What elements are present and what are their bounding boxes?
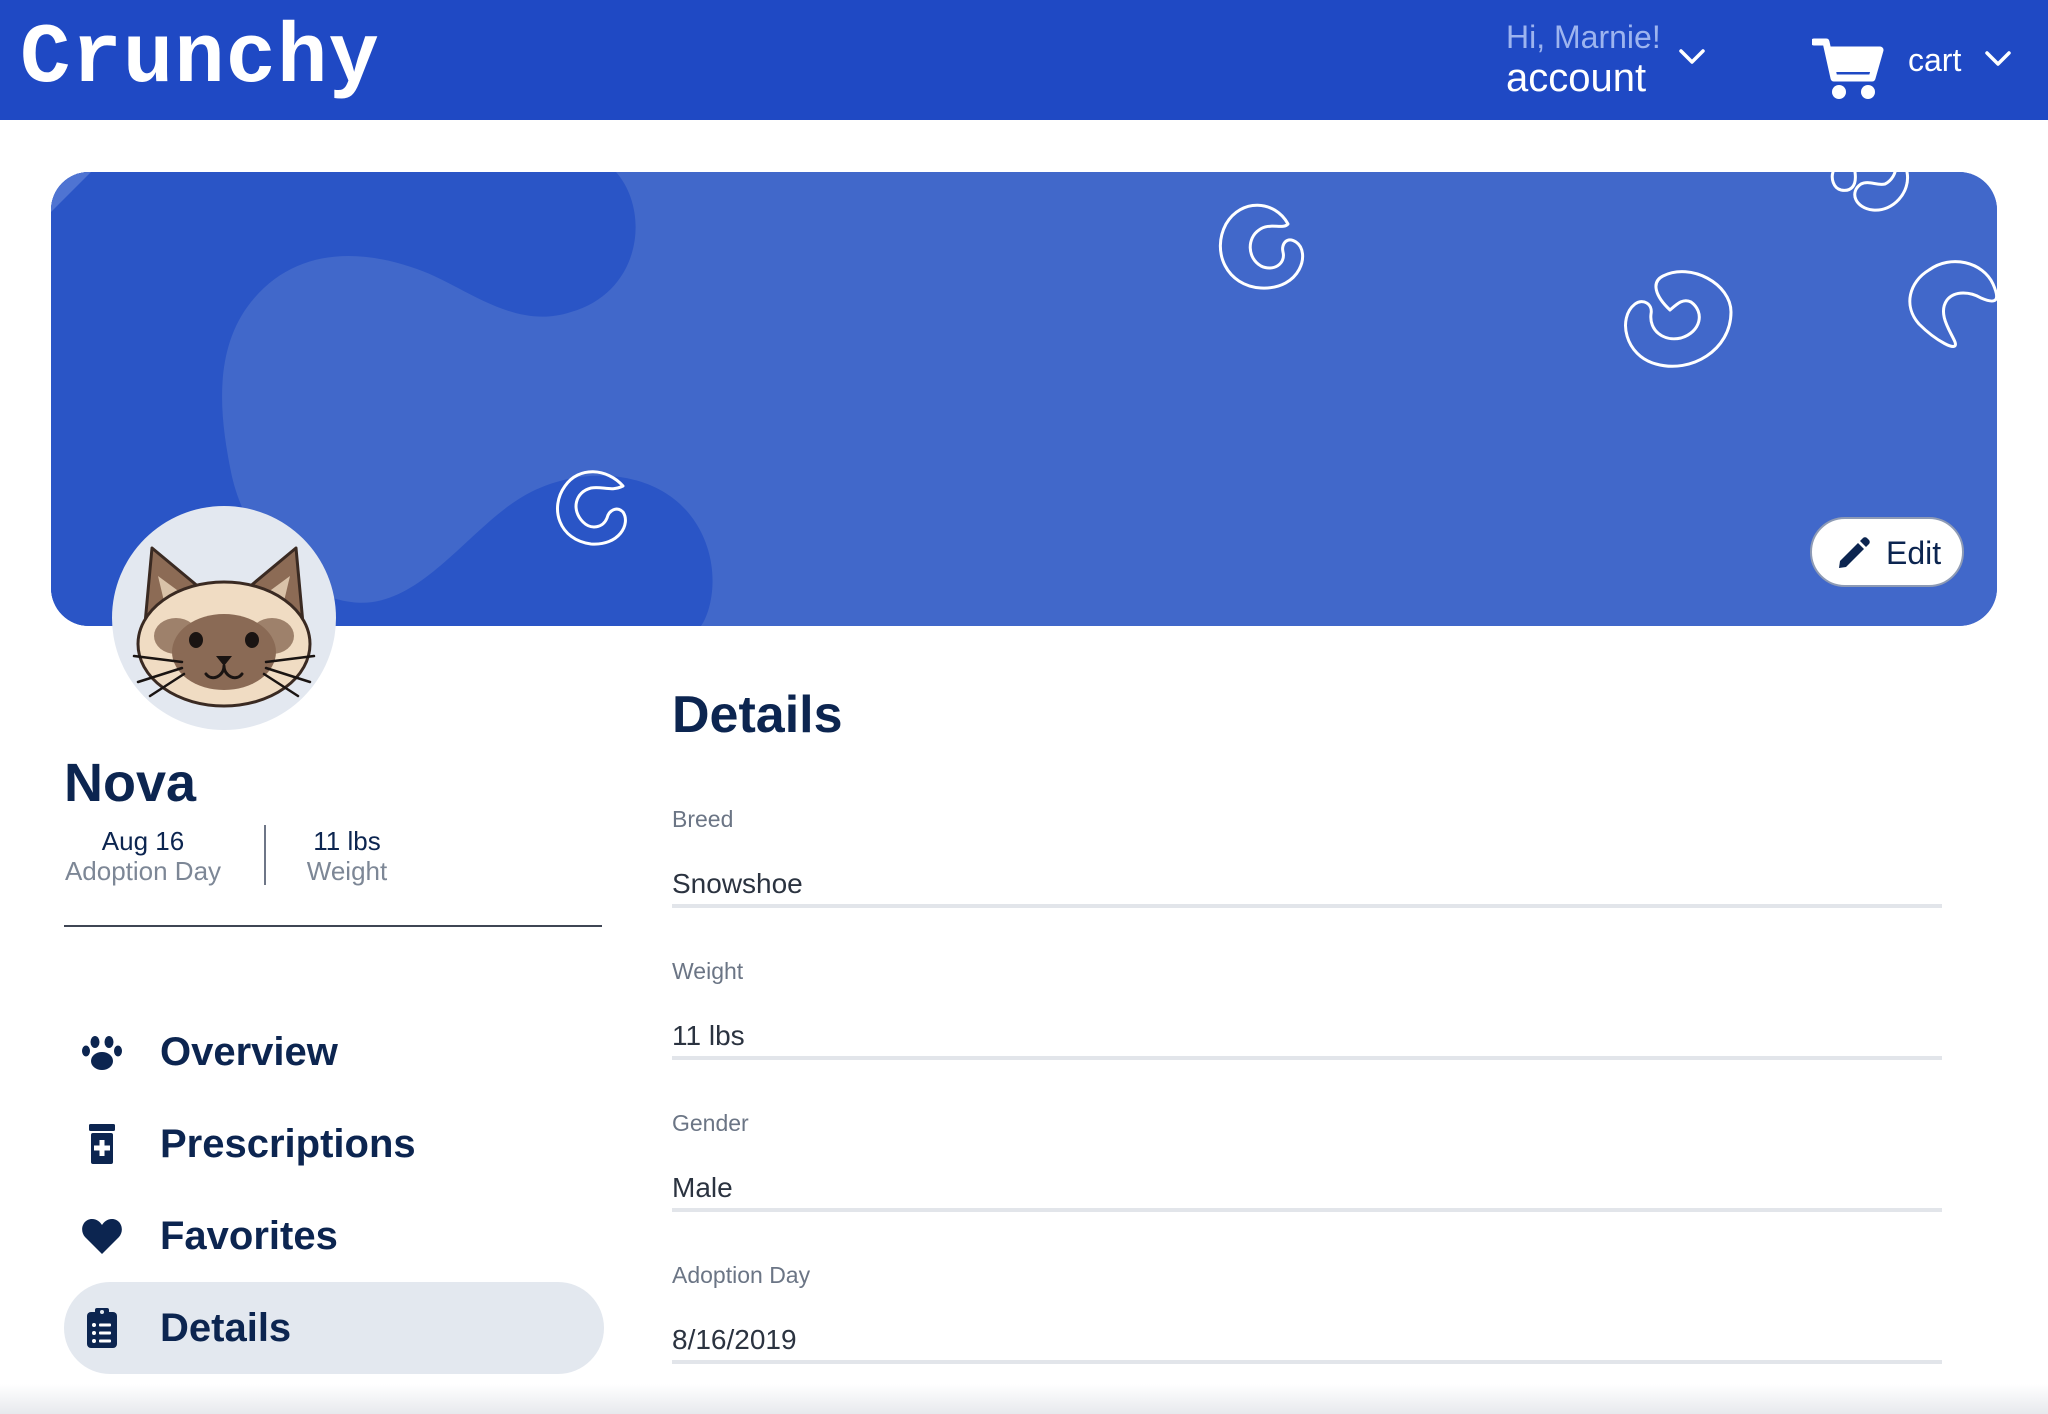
shopping-cart-icon[interactable] — [1812, 36, 1884, 102]
chevron-down-icon — [1679, 49, 1705, 64]
crunchy-logo[interactable]: Crunchy — [20, 10, 380, 110]
nav-item-overview[interactable]: Overview — [64, 1006, 604, 1098]
pet-sidebar-nav: Overview Prescriptions Favorites Details — [64, 1006, 604, 1374]
field-label: Adoption Day — [672, 1262, 811, 1288]
weight-value: 11 lbs — [313, 826, 381, 856]
nav-item-favorites[interactable]: Favorites — [64, 1190, 604, 1282]
pencil-icon — [1839, 537, 1870, 568]
chevron-down-icon[interactable] — [1984, 50, 2012, 68]
paw-icon — [82, 1036, 122, 1070]
breed-input[interactable]: Snowshoe — [672, 868, 1942, 908]
field-label: Breed — [672, 806, 734, 832]
edit-label: Edit — [1886, 535, 1942, 571]
adoption-day-label: Adoption Day — [64, 856, 222, 886]
stat-divider — [264, 825, 266, 885]
prescription-bottle-icon — [89, 1124, 115, 1164]
clipboard-list-icon — [87, 1308, 117, 1348]
account-label: account — [1506, 56, 1647, 100]
edit-profile-button[interactable]: Edit — [1810, 517, 1964, 587]
pet-avatar[interactable] — [112, 506, 336, 730]
adoption-day-stat: Aug 16 Adoption Day — [64, 826, 222, 886]
nav-item-prescriptions[interactable]: Prescriptions — [64, 1098, 604, 1190]
nav-item-label: Overview — [160, 1030, 338, 1074]
cat-face-icon — [132, 546, 316, 708]
weight-input[interactable]: 11 lbs — [672, 1020, 1942, 1060]
weight-label: Weight — [306, 856, 388, 886]
weight-field: Weight 11 lbs — [672, 958, 1942, 1060]
weight-stat: 11 lbs Weight — [300, 826, 394, 886]
adoption-day-value: Aug 16 — [101, 826, 185, 856]
nav-item-details[interactable]: Details — [64, 1282, 604, 1374]
adoption-day-input[interactable]: 8/16/2019 — [672, 1324, 1942, 1364]
account-menu[interactable]: Hi, Marnie! account — [1506, 18, 1705, 100]
breed-field: Breed Snowshoe — [672, 806, 1942, 908]
nav-item-label: Prescriptions — [160, 1122, 416, 1166]
field-label: Weight — [672, 958, 744, 984]
gender-field: Gender Male — [672, 1110, 1942, 1212]
nav-item-label: Details — [160, 1306, 292, 1350]
cart-label[interactable]: cart — [1908, 42, 1961, 79]
heart-icon — [82, 1219, 122, 1254]
details-heading: Details — [672, 686, 843, 744]
top-nav-bar: Crunchy Hi, Marnie! account cart — [0, 0, 2048, 120]
window-bottom-edge — [0, 1384, 2048, 1414]
section-divider — [64, 925, 602, 927]
pet-name: Nova — [64, 753, 197, 813]
field-label: Gender — [672, 1110, 749, 1136]
nav-item-label: Favorites — [160, 1214, 338, 1258]
gender-input[interactable]: Male — [672, 1172, 1942, 1212]
account-greeting: Hi, Marnie! — [1506, 19, 1661, 55]
banner-decoration — [51, 172, 1997, 626]
adoption-day-field: Adoption Day 8/16/2019 — [672, 1262, 1942, 1364]
profile-banner — [51, 172, 1997, 626]
